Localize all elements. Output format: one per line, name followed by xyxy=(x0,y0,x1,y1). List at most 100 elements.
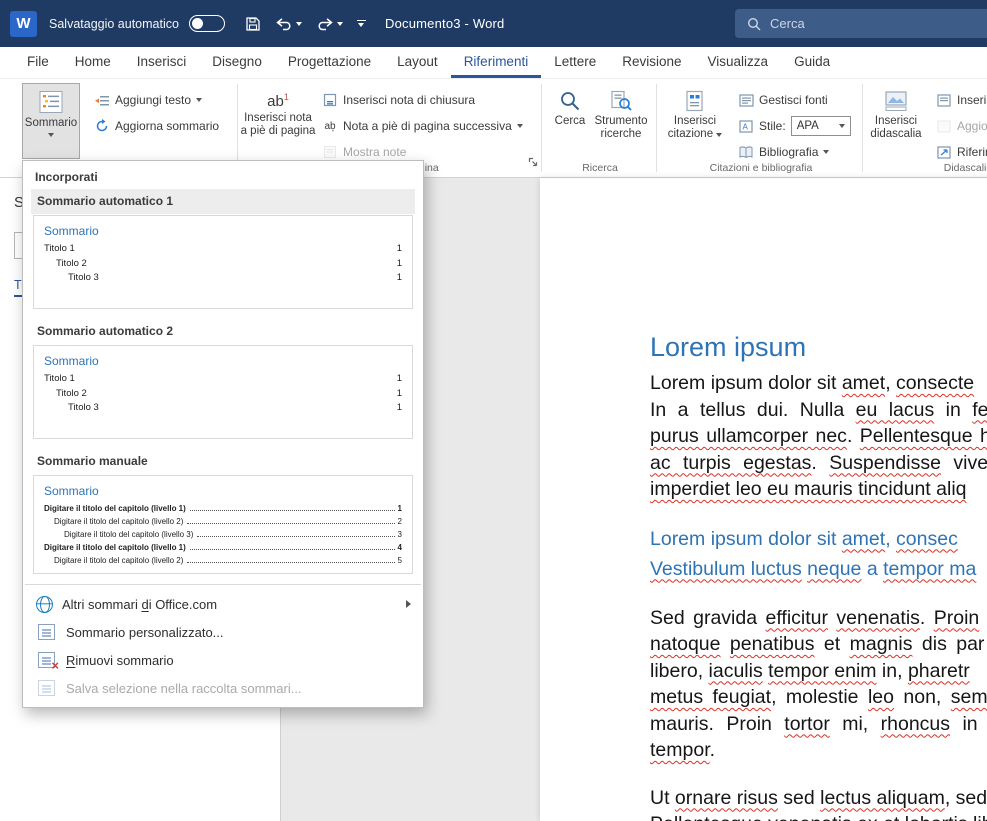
toc-preview-heading: Sommario xyxy=(44,224,402,238)
autosave-control: Salvataggio automatico xyxy=(49,15,225,32)
next-footnote-icon: ab̦ xyxy=(322,118,338,134)
tab-progettazione[interactable]: Progettazione xyxy=(275,47,384,78)
inserisci-indice-button[interactable]: Inserisci xyxy=(930,88,987,112)
menu-item-salva-selezione-raccolta: Salva selezione nella raccolta sommari..… xyxy=(23,674,423,702)
toc-gallery-item[interactable]: Sommario automatico 1SommarioTitolo 11Ti… xyxy=(23,189,423,309)
search-icon xyxy=(747,17,761,31)
menu-item-rimuovi-sommario[interactable]: Rimuovi sommario xyxy=(23,646,423,674)
gestisci-fonti-button[interactable]: Gestisci fonti xyxy=(732,88,857,112)
submenu-chevron-icon xyxy=(406,600,411,608)
undo-button[interactable] xyxy=(275,17,302,31)
style-icon: A xyxy=(738,118,754,134)
chevron-down-icon xyxy=(358,23,364,27)
menu-item-altri-sommari-office[interactable]: Altri sommari di Office.com xyxy=(23,590,423,618)
tab-disegno[interactable]: Disegno xyxy=(199,47,275,78)
group-citazioni-label: Citazioni e bibliografia xyxy=(664,162,858,174)
dialog-launcher-icon[interactable] xyxy=(528,154,538,172)
spellcheck-squiggle: consecte xyxy=(896,372,974,394)
spellcheck-squiggle: Suspendisse xyxy=(829,452,941,474)
toc-gallery-title: Sommario automatico 2 xyxy=(31,319,415,344)
sommario-label: Sommario xyxy=(25,117,77,130)
aggiungi-testo-label: Aggiungi testo xyxy=(115,93,191,107)
toc-gallery-item[interactable]: Sommario manualeSommarioDigitare il tito… xyxy=(23,449,423,574)
riferimento-incrociato-button[interactable]: Riferimento xyxy=(930,140,987,164)
aggiorna-indice-button: Aggiorna xyxy=(930,114,987,138)
inserisci-citazione-button[interactable]: Inseriscicitazione xyxy=(664,83,726,159)
tab-visualizza[interactable]: Visualizza xyxy=(695,47,782,78)
doc-body: Lorem ipsum dolor sit amet, consecteIn a… xyxy=(650,370,987,821)
group-didascalie-label: Didascalie xyxy=(868,162,987,174)
footnote-ab1-icon: ab1 xyxy=(267,90,289,109)
toc-gallery-item[interactable]: Sommario automatico 2SommarioTitolo 11Ti… xyxy=(23,319,423,439)
spellcheck-squiggle: Proin xyxy=(934,607,980,629)
spellcheck-squiggle: metus feugiat xyxy=(650,686,771,708)
tab-riferimenti[interactable]: Riferimenti xyxy=(451,47,542,78)
menu-item-label: Altri sommari di Office.com xyxy=(62,597,217,612)
nota-chiusura-label: Inserisci nota di chiusura xyxy=(343,93,475,107)
spellcheck-squiggle: purus ullamcorper nec xyxy=(650,425,847,447)
bibliografia-button[interactable]: Bibliografia xyxy=(732,140,857,164)
chevron-down-icon xyxy=(823,150,829,154)
bibliografia-label: Bibliografia xyxy=(759,145,818,159)
tab-inserisci[interactable]: Inserisci xyxy=(124,47,200,78)
customize-toolbar-button[interactable] xyxy=(357,20,366,28)
chevron-down-icon xyxy=(517,124,523,128)
strumento-ricerche-button[interactable]: Strumentoricerche xyxy=(592,83,650,159)
tab-revisione[interactable]: Revisione xyxy=(609,47,694,78)
toc-preview-row: Titolo 21 xyxy=(44,257,402,272)
tab-layout[interactable]: Layout xyxy=(384,47,451,78)
group-separator xyxy=(656,84,657,172)
aggiungi-testo-button[interactable]: Aggiungi testo xyxy=(88,88,225,112)
save-button[interactable] xyxy=(245,16,261,32)
spellcheck-squiggle: efficitur xyxy=(766,607,829,629)
cerca-button[interactable]: Cerca xyxy=(548,83,592,159)
globe-icon xyxy=(36,596,53,613)
text-line: purus ullamcorper nec. Pellentesque h xyxy=(650,423,987,450)
group-citazioni: Inseriscicitazione Gestisci fonti A Stil… xyxy=(664,83,858,177)
spellcheck-squiggle: penatibus xyxy=(730,633,815,655)
text-line: Lorem ipsum dolor sit amet, consec xyxy=(650,524,987,554)
spellcheck-squiggle: amet xyxy=(842,372,885,394)
sommario-button[interactable]: Sommario xyxy=(22,83,80,159)
search-box[interactable]: Cerca xyxy=(735,9,987,38)
tab-lettere[interactable]: Lettere xyxy=(541,47,609,78)
stile-row: A Stile: APA xyxy=(732,114,857,138)
autosave-label: Salvataggio automatico xyxy=(49,17,179,31)
toc-preview-row: Digitare il titolo del capitolo (livello… xyxy=(44,515,402,528)
spellcheck-squiggle: tortor xyxy=(784,713,830,735)
paragraph: Lorem ipsum dolor sit amet, consecVestib… xyxy=(650,524,987,584)
toc-preview-row: Titolo 31 xyxy=(44,271,402,286)
inserisci-didascalia-button[interactable]: Inseriscididascalia xyxy=(868,83,924,159)
menu-item-sommario-personalizzato[interactable]: Sommario personalizzato... xyxy=(23,618,423,646)
document-page[interactable]: Lorem ipsum Lorem ipsum dolor sit amet, … xyxy=(540,178,987,821)
toggle-knob-icon xyxy=(192,18,203,29)
tab-guida[interactable]: Guida xyxy=(781,47,843,78)
undo-icon xyxy=(275,17,293,31)
stile-label: Stile: xyxy=(759,119,786,133)
aggiorna-sommario-button[interactable]: Aggiorna sommario xyxy=(88,114,225,138)
group-didascalie: Inseriscididascalia Inserisci Aggiorna R… xyxy=(868,83,987,177)
stile-dropdown[interactable]: APA xyxy=(791,116,851,136)
toc-preview-row: Titolo 11 xyxy=(44,372,402,387)
tab-home[interactable]: Home xyxy=(62,47,124,78)
spellcheck-squiggle: rhoncus xyxy=(881,713,950,735)
nota-chiusura-button[interactable]: Inserisci nota di chiusura xyxy=(316,88,529,112)
toc-gallery-preview: SommarioTitolo 11Titolo 21Titolo 31 xyxy=(33,345,413,439)
spellcheck-squiggle: iaculis xyxy=(709,660,763,682)
spellcheck-squiggle: neque xyxy=(807,558,861,580)
aggiorna-sommario-label: Aggiorna sommario xyxy=(115,119,219,133)
toc-preview-row: Digitare il titolo del capitolo (livello… xyxy=(44,528,402,541)
search-label: Cerca xyxy=(770,16,805,31)
group-ricerca-label: Ricerca xyxy=(548,162,652,174)
word-app-icon[interactable]: W xyxy=(10,11,37,37)
spellcheck-squiggle: Pellentesque h xyxy=(860,425,987,447)
tab-file[interactable]: File xyxy=(14,47,62,78)
spellcheck-squiggle: eu lacus xyxy=(856,399,935,421)
chevron-down-icon xyxy=(839,124,845,128)
inserisci-nota-button[interactable]: ab1 Inserisci notaa piè di pagina xyxy=(246,83,310,159)
nota-successiva-button[interactable]: ab̦ Nota a piè di pagina successiva xyxy=(316,114,529,138)
group-separator xyxy=(862,84,863,172)
autosave-toggle[interactable] xyxy=(189,15,225,32)
redo-button[interactable] xyxy=(316,17,343,31)
spellcheck-squiggle: imperdiet leo eu mauris tincidunt aliq xyxy=(650,478,967,500)
